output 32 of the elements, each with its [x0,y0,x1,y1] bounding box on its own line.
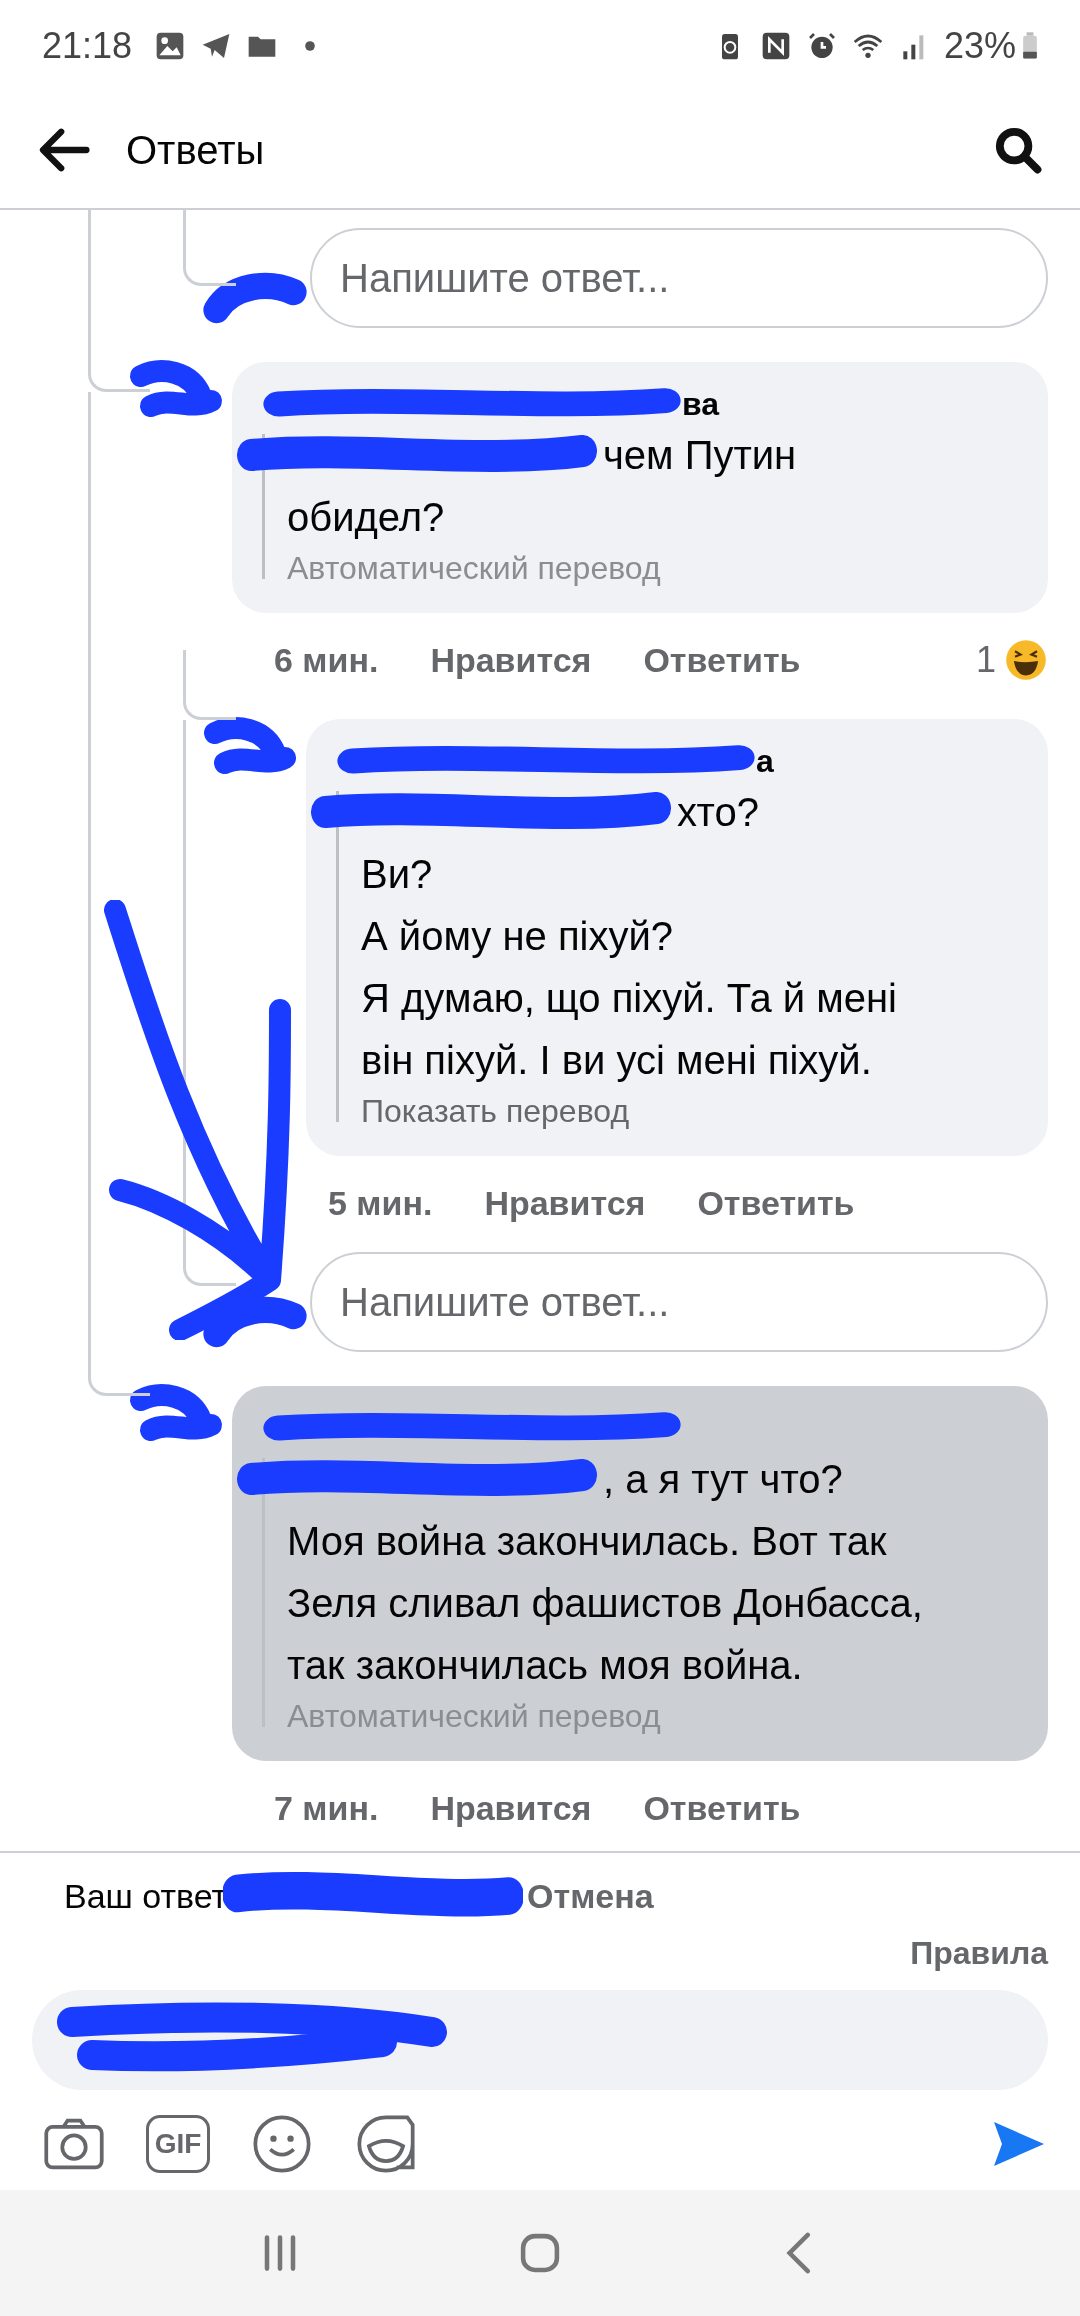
cancel-link[interactable]: Отмена [527,1876,654,1916]
rules-link[interactable]: Правила [910,1935,1048,1972]
comment-text: Ви? А йому не піхуй? Я думаю, що піхуй. Та й мені він піхуй. І ви усі мені піхуй. [360,851,898,1084]
reply-link[interactable]: Ответить [643,640,801,680]
reply-input-field[interactable]: Напишите ответ... [310,1252,1048,1352]
timestamp: 7 мин. [274,1788,379,1828]
reaction-count: 1 [975,639,996,681]
comment-text: обидел? [286,494,446,541]
translation-link[interactable]: Автоматический перевод [277,550,661,587]
reply-input-field[interactable]: Напишите ответ... [310,228,1048,328]
gif-button[interactable]: GIF [146,2115,210,2173]
comment-text: хто? [676,789,759,836]
screen-title: Ответы [126,127,265,173]
reply-link[interactable]: Ответить [697,1183,855,1223]
battery-icon [1022,31,1038,61]
clock: 21:18 [42,25,133,67]
comment-text: чем Путин [602,432,797,479]
author-name: ва [682,385,720,423]
timestamp: 6 мин. [274,640,379,680]
author-name: а [756,742,774,780]
comment-text: , а я тут что? [602,1456,843,1503]
dot-icon [304,40,317,52]
like-link[interactable]: Нравится [484,1183,646,1223]
replying-to-label: Ваш ответ [64,1876,228,1916]
timestamp: 5 мин. [328,1183,433,1223]
like-link[interactable]: Нравится [430,640,592,680]
reply-link[interactable]: Ответить [643,1788,801,1828]
battery-percent: 23% [943,25,1016,67]
like-link[interactable]: Нравится [430,1788,592,1828]
translation-link[interactable]: Показать перевод [351,1093,630,1130]
comment-text: Моя война закончилась. Вот так Зеля сливал фашистов Донбасса, так закончилась моя война. [286,1518,924,1689]
laughing-emoji-icon[interactable] [1004,638,1048,682]
